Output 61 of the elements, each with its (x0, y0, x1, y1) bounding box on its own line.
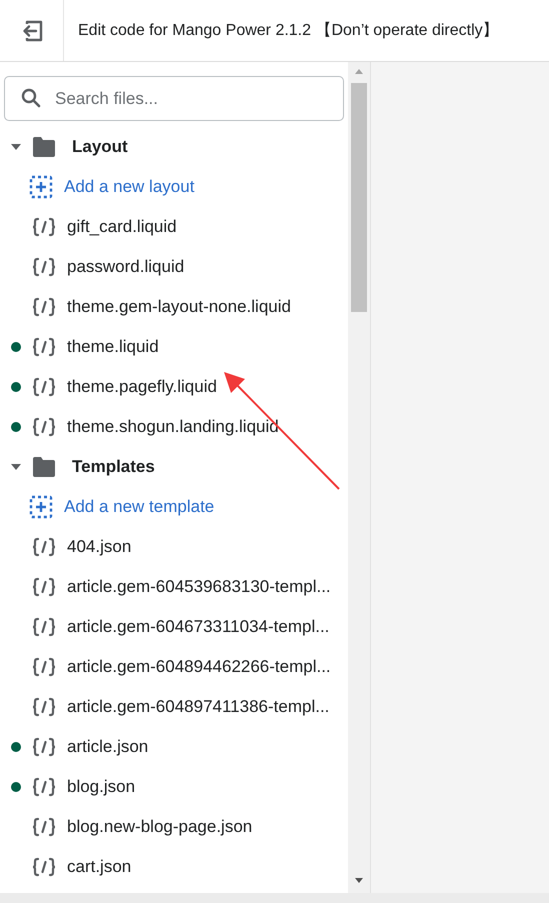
file-name: article.gem-604894462266-templ... (67, 656, 331, 678)
add-file-link[interactable]: Add a new template (64, 494, 214, 520)
code-file-icon (31, 817, 57, 837)
file-name: theme.pagefly.liquid (67, 376, 217, 398)
file-row[interactable]: password.liquid (0, 247, 348, 287)
code-file-icon (31, 417, 57, 437)
folder-row[interactable]: Layout (0, 127, 348, 167)
code-file-icon (31, 777, 57, 797)
file-row[interactable]: theme.gem-layout-none.liquid (0, 287, 348, 327)
code-file-icon (31, 537, 57, 557)
code-file-icon (31, 297, 57, 317)
add-file-icon (29, 495, 53, 519)
code-file-icon (31, 857, 57, 877)
folder-label: Layout (72, 136, 128, 158)
file-name: theme.gem-layout-none.liquid (67, 296, 291, 318)
search-field[interactable]: Search files... (4, 76, 344, 121)
code-file-icon (31, 217, 57, 237)
file-name: article.gem-604539683130-templ... (67, 576, 331, 598)
file-name: password.liquid (67, 256, 184, 278)
file-row[interactable]: theme.liquid (0, 327, 348, 367)
file-row[interactable]: blog.new-blog-page.json (0, 807, 348, 847)
file-name: theme.shogun.landing.liquid (67, 416, 279, 438)
folder-row[interactable]: Templates (0, 447, 348, 487)
add-file-link[interactable]: Add a new layout (64, 174, 194, 200)
file-row[interactable]: gift_card.liquid (0, 207, 348, 247)
file-row[interactable]: cart.json (0, 847, 348, 887)
file-name: article.gem-604673311034-templ... (67, 616, 330, 638)
exit-icon[interactable] (20, 20, 42, 42)
file-name: blog.new-blog-page.json (67, 816, 252, 838)
file-row[interactable]: blog.json (0, 767, 348, 807)
file-row[interactable]: article.gem-604673311034-templ... (0, 607, 348, 647)
file-row[interactable]: article.json (0, 727, 348, 767)
horizontal-scrollbar[interactable] (0, 893, 549, 903)
folder-icon (32, 456, 56, 478)
file-name: theme.liquid (67, 336, 159, 358)
folder-label: Templates (72, 456, 155, 478)
code-file-icon (31, 737, 57, 757)
code-file-icon (31, 257, 57, 277)
file-row[interactable]: 404.json (0, 527, 348, 567)
file-name: cart.json (67, 856, 132, 878)
code-file-icon (31, 577, 57, 597)
code-file-icon (31, 657, 57, 677)
code-file-icon (31, 617, 57, 637)
code-file-icon (31, 337, 57, 357)
file-row[interactable]: article.gem-604897411386-templ... (0, 687, 348, 727)
code-file-icon (31, 377, 57, 397)
add-file-icon (29, 175, 53, 199)
file-name: blog.json (67, 776, 136, 798)
scrollbar[interactable] (348, 62, 370, 893)
file-name: article.gem-604897411386-templ... (67, 696, 330, 718)
folder-icon (32, 136, 56, 158)
search-icon (21, 88, 41, 108)
file-row[interactable]: article.gem-604894462266-templ... (0, 647, 348, 687)
file-name: 404.json (67, 536, 132, 558)
page-title: Edit code for Mango Power 2.1.2 【Don’t operate directly】 (78, 20, 499, 40)
file-name: gift_card.liquid (67, 216, 177, 238)
file-row[interactable]: theme.pagefly.liquid (0, 367, 348, 407)
file-row[interactable]: theme.shogun.landing.liquid (0, 407, 348, 447)
file-row[interactable]: article.gem-604539683130-templ... (0, 567, 348, 607)
code-file-icon (31, 697, 57, 717)
file-name: article.json (67, 736, 148, 758)
